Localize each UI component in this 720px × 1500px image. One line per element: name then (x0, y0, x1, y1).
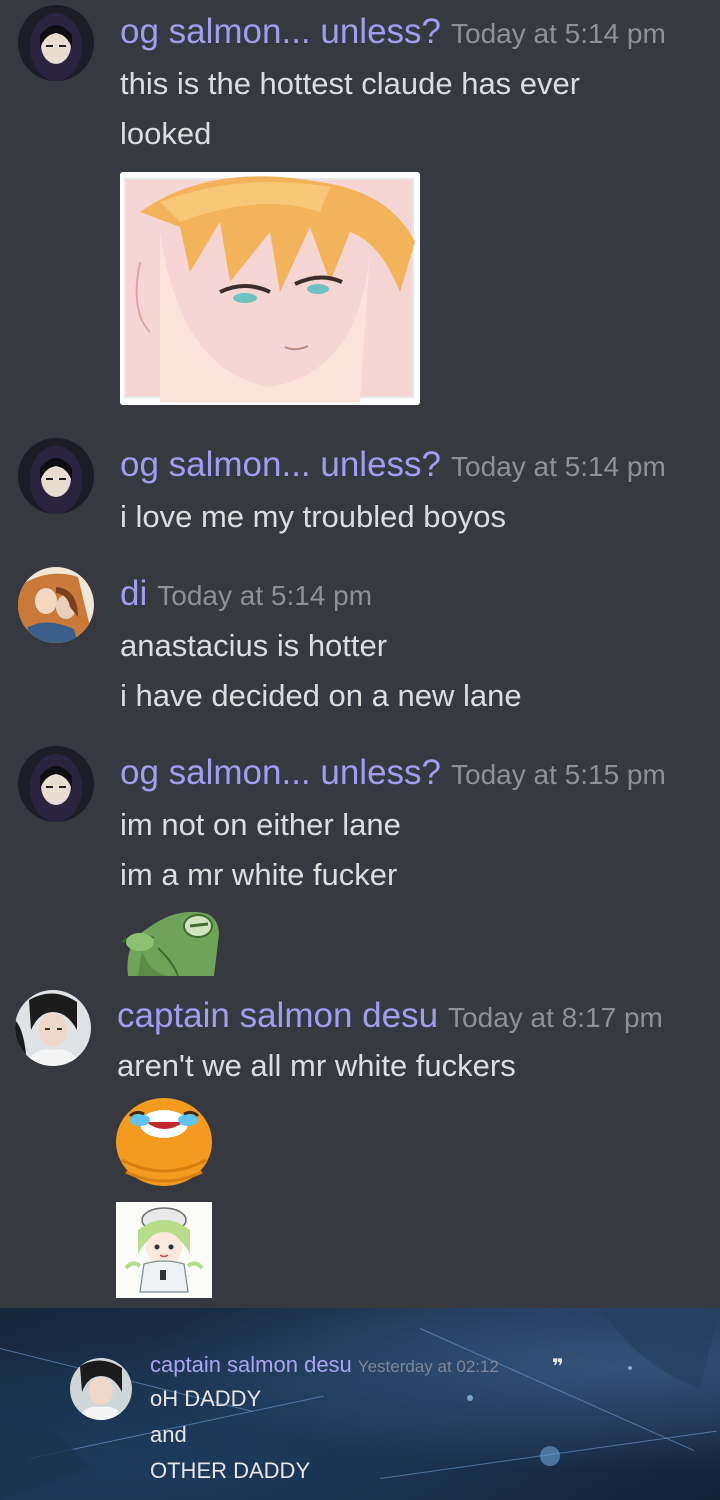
avatar-man-portrait-icon (70, 1358, 132, 1420)
avatar[interactable] (18, 567, 94, 643)
avatar-couple-icon (18, 567, 94, 643)
quoted-text: and (150, 1422, 187, 1447)
frog-emote[interactable] (118, 902, 222, 976)
avatar-dark-hood-icon (18, 438, 94, 514)
message-text: im not on either lane (120, 807, 401, 842)
image-attachment[interactable] (120, 172, 420, 405)
frog-emote-icon (121, 911, 219, 976)
timestamp: Today at 5:15 pm (451, 759, 666, 790)
quoted-screenshot[interactable]: captain salmon desu Yesterday at 02:12 ❞ … (0, 1308, 720, 1500)
timestamp: Today at 5:14 pm (451, 18, 666, 49)
author-name[interactable]: og salmon... unless? Today at 5:14 pm (120, 445, 666, 485)
message-text: aren't we all mr white fuckers (117, 1048, 516, 1083)
quote-icon: ❞ (552, 1356, 564, 1378)
chibi-sticker-icon (116, 1202, 212, 1298)
timestamp: Today at 5:14 pm (157, 580, 373, 611)
avatar[interactable] (18, 5, 94, 81)
timestamp: Today at 8:17 pm (448, 1002, 663, 1033)
avatar[interactable] (15, 990, 91, 1066)
crying-laughing-emote[interactable] (112, 1090, 216, 1190)
avatar-dark-hood-icon (18, 746, 94, 822)
crying-laughing-emote-icon (116, 1098, 212, 1186)
anime-boy-image (120, 172, 420, 405)
author-name[interactable]: captain salmon desu Today at 8:17 pm (117, 996, 663, 1036)
quoted-timestamp: Yesterday at 02:12 (357, 1357, 499, 1376)
quoted-text: OTHER DADDY (150, 1458, 311, 1483)
avatar[interactable] (18, 746, 94, 822)
chibi-sticker[interactable] (116, 1202, 212, 1298)
message-text: im a mr white fucker (120, 857, 398, 892)
avatar[interactable] (18, 438, 94, 514)
message-text: anastacius is hotter (120, 628, 388, 663)
author-name[interactable]: og salmon... unless? Today at 5:14 pm (120, 12, 666, 52)
author-name[interactable]: di Today at 5:14 pm (120, 574, 372, 614)
avatar[interactable] (70, 1358, 132, 1420)
author-name[interactable]: og salmon... unless? Today at 5:15 pm (120, 753, 666, 793)
quoted-author-name: captain salmon desu Yesterday at 02:12 (150, 1352, 499, 1377)
message-text: looked (120, 116, 212, 151)
quoted-text: oH DADDY (150, 1386, 262, 1411)
avatar-dark-hood-icon (18, 5, 94, 81)
message-text: i have decided on a new lane (120, 678, 522, 713)
message-text: this is the hottest claude has ever (120, 66, 581, 101)
timestamp: Today at 5:14 pm (451, 451, 666, 482)
avatar-man-portrait-icon (15, 990, 91, 1066)
message-text: i love me my troubled boyos (120, 499, 506, 534)
